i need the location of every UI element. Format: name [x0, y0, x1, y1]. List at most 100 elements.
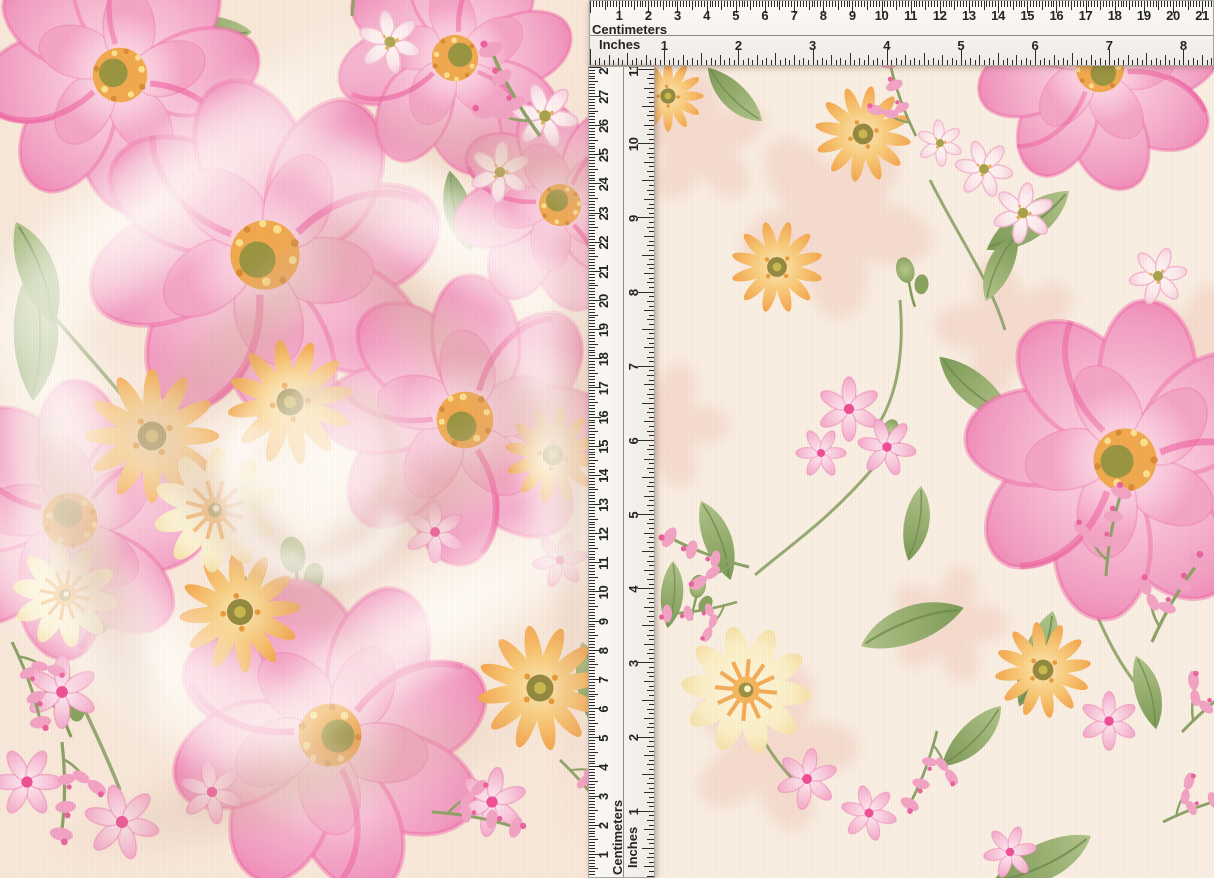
ruler-tick	[710, 1, 711, 7]
cm-number: 24	[597, 177, 610, 191]
ruler-tick	[589, 431, 598, 432]
ruler-tick	[890, 1, 891, 7]
ruler-tick	[589, 845, 595, 846]
ruler-tick	[938, 60, 939, 65]
ruler-tick	[610, 1, 611, 7]
ruler-tick	[649, 834, 654, 835]
ruler-tick	[589, 105, 595, 106]
ruler-tick	[589, 189, 595, 190]
ruler-tick	[644, 792, 654, 793]
ruler-tick	[642, 1, 643, 7]
ruler-tick	[826, 1, 827, 7]
ruler-tick	[589, 227, 598, 228]
ruler-tick	[649, 704, 654, 705]
ruler-tick	[1190, 1, 1191, 7]
ruler-tick	[683, 1, 684, 7]
ruler-tick	[850, 53, 851, 66]
ruler-tick	[1165, 55, 1166, 65]
cm-number: 18	[597, 352, 610, 366]
ruler-tick	[981, 1, 982, 7]
ruler-tick	[589, 455, 595, 456]
ruler-tick	[589, 414, 595, 415]
ruler-tick	[589, 119, 595, 120]
ruler-tick	[622, 1, 623, 7]
ruler-tick	[864, 1, 865, 7]
ruler-tick	[649, 463, 654, 464]
ruler-tick	[589, 554, 595, 555]
ruler-tick	[589, 478, 595, 479]
ruler-tick	[589, 501, 595, 502]
ruler-tick	[947, 60, 948, 65]
ruler-tick	[589, 784, 595, 785]
ruler-tick	[649, 287, 654, 288]
ruler-tick	[1077, 1, 1078, 7]
ruler-tick	[771, 60, 772, 65]
cm-number: 13	[597, 498, 610, 512]
horizontal-ruler: 123456789101112131415161718192021 Centim…	[589, 0, 1214, 66]
ruler-tick	[589, 723, 598, 724]
cm-number: 5	[597, 735, 610, 742]
ruler-tick	[1033, 1, 1034, 7]
ruler-tick	[589, 819, 595, 820]
ruler-tick	[647, 449, 655, 450]
ruler-tick	[712, 1, 713, 7]
ruler-tick	[649, 482, 654, 483]
ruler-tick	[993, 60, 994, 65]
ruler-tick	[642, 106, 655, 107]
ruler-tick	[599, 58, 600, 66]
ruler-tick	[1044, 58, 1045, 66]
ruler-tick	[975, 1, 976, 7]
ruler-tick	[609, 55, 610, 65]
ruler-tick	[589, 265, 595, 266]
ruler-tick	[649, 102, 654, 103]
ruler-tick	[992, 1, 993, 7]
ruler-tick	[589, 178, 595, 179]
ruler-tick	[686, 1, 687, 7]
ruler-tick	[788, 1, 789, 7]
ruler-tick	[589, 128, 595, 129]
ruler-tick	[651, 1, 652, 7]
ruler-tick	[589, 656, 595, 657]
ruler-tick	[589, 306, 595, 307]
ruler-tick	[589, 297, 595, 298]
cm-number: 1	[616, 9, 623, 22]
ruler-tick	[589, 146, 595, 147]
ruler-tick	[1062, 1, 1063, 7]
ruler-tick	[1141, 1, 1142, 7]
ruler-tick	[724, 60, 725, 65]
cm-number: 21	[597, 265, 610, 279]
ruler-tick	[589, 647, 595, 648]
cm-number: 10	[875, 9, 889, 22]
ruler-tick	[589, 495, 595, 496]
ruler-tick	[998, 53, 999, 66]
ruler-tick	[589, 204, 595, 205]
ruler-tick	[647, 319, 655, 320]
ruler-tick	[589, 405, 595, 406]
ruler-tick	[1176, 1, 1177, 7]
ruler-tick	[589, 248, 595, 249]
cm-number: 20	[1166, 9, 1180, 22]
cm-number: 2	[645, 9, 652, 22]
ruler-tick	[794, 55, 795, 65]
ruler-tick	[1086, 60, 1087, 65]
ruler-tick	[647, 394, 655, 395]
ruler-tick	[649, 343, 654, 344]
ruler-tick	[589, 108, 595, 109]
ruler-tick	[1077, 60, 1078, 65]
ruler-tick	[657, 1, 658, 7]
ruler-tick	[896, 58, 897, 66]
ruler-tick	[743, 60, 744, 65]
ruler-tick	[589, 676, 595, 677]
ruler-tick	[1205, 1, 1206, 7]
cm-number: 4	[597, 764, 610, 771]
cm-number: 5	[732, 9, 739, 22]
ruler-tick	[1129, 1, 1130, 10]
ruler-tick	[589, 102, 595, 103]
ruler-tick	[644, 199, 654, 200]
ruler-tick	[934, 1, 935, 7]
cm-number: 19	[1137, 9, 1151, 22]
ruler-tick	[589, 463, 595, 464]
ruler-tick	[589, 323, 595, 324]
ruler-tick	[797, 1, 798, 7]
ruler-tick	[660, 1, 661, 7]
